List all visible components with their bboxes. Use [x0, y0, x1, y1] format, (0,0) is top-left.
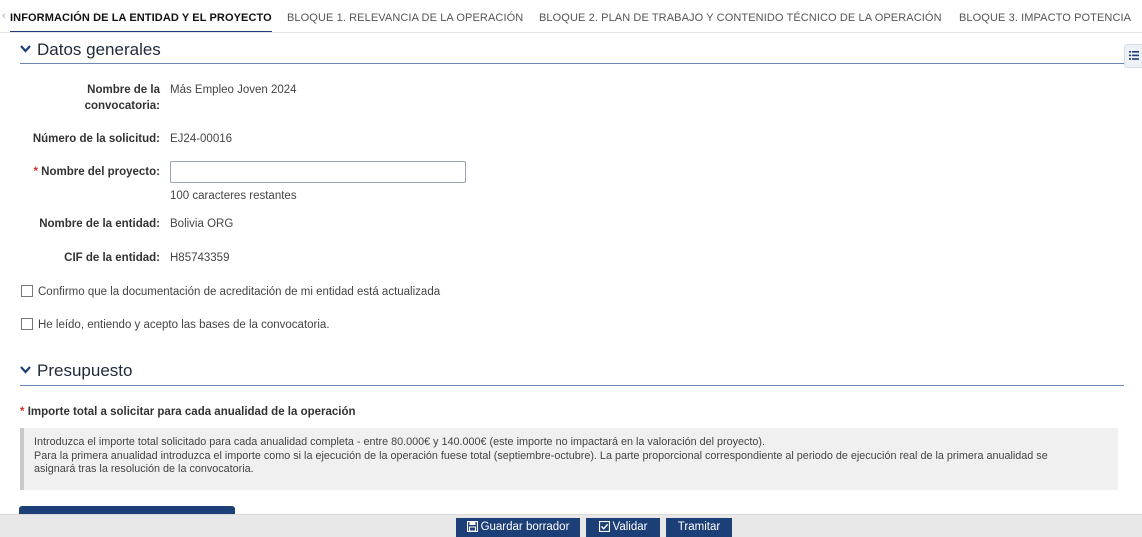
- table-header-partial: [19, 506, 235, 514]
- convocatoria-label: Nombre de la convocatoria:: [84, 84, 160, 112]
- info-line: asignará tras la resolución de la convoc…: [34, 463, 254, 475]
- convocatoria-value: Más Empleo Joven 2024: [170, 84, 297, 96]
- info-line: Para la primera anualidad introduzca el …: [34, 449, 1048, 462]
- save-icon: [466, 520, 481, 533]
- check-square-icon: [598, 520, 613, 533]
- importe-info-box: Introduzca el importe total solicitado p…: [20, 428, 1118, 490]
- validar-button[interactable]: Validar: [586, 518, 660, 537]
- solicitud-label: Número de la solicitud:: [32, 133, 160, 145]
- section-title: Datos generales: [37, 40, 161, 59]
- cif-label: CIF de la entidad:: [64, 252, 160, 264]
- action-bar: Guardar borrador Validar Tramitar: [0, 514, 1142, 537]
- acreditacion-checkbox[interactable]: [21, 285, 33, 297]
- section-divider: [20, 63, 1124, 64]
- section-header-presupuesto[interactable]: Presupuesto: [20, 359, 132, 381]
- section-title: Presupuesto: [37, 361, 133, 380]
- proyecto-name-input[interactable]: [170, 161, 466, 183]
- info-line: Introduzca el importe total solicitado p…: [34, 436, 766, 448]
- acreditacion-checkbox-row[interactable]: Confirmo que la documentación de acredit…: [21, 285, 440, 298]
- section-header-datos-generales[interactable]: Datos generales: [20, 38, 161, 60]
- tramitar-button[interactable]: Tramitar: [666, 518, 732, 537]
- tab-bloque-2[interactable]: BLOQUE 2. PLAN DE TRABAJO Y CONTENIDO TÉ…: [539, 12, 942, 24]
- tab-informacion-entidad[interactable]: INFORMACIÓN DE LA ENTIDAD Y EL PROYECTO: [10, 12, 272, 32]
- required-marker: *: [33, 166, 38, 178]
- chevron-down-icon: [20, 359, 31, 379]
- bases-checkbox[interactable]: [21, 318, 33, 330]
- acreditacion-checkbox-label: Confirmo que la documentación de acredit…: [38, 286, 441, 298]
- tab-bloque-1[interactable]: BLOQUE 1. RELEVANCIA DE LA OPERACIÓN: [287, 12, 523, 24]
- guardar-borrador-button[interactable]: Guardar borrador: [456, 518, 580, 537]
- cif-value: H85743359: [170, 252, 230, 264]
- proyecto-label: * Nombre del proyecto:: [33, 166, 160, 178]
- char-counter: 100 caracteres restantes: [170, 190, 297, 202]
- list-icon[interactable]: [1124, 44, 1142, 68]
- chevron-down-icon: [20, 38, 31, 58]
- importe-label: * Importe total a solicitar para cada an…: [20, 406, 356, 418]
- bases-checkbox-label: He leído, entiendo y acepto las bases de…: [38, 319, 330, 331]
- entidad-label: Nombre de la entidad:: [39, 218, 160, 230]
- tab-bar: ‹ INFORMACIÓN DE LA ENTIDAD Y EL PROYECT…: [0, 0, 1142, 33]
- section-divider: [20, 385, 1124, 386]
- solicitud-value: EJ24-00016: [170, 133, 233, 145]
- tab-bloque-3[interactable]: BLOQUE 3. IMPACTO POTENCIA: [959, 12, 1131, 24]
- required-marker: *: [20, 406, 25, 418]
- bases-checkbox-row[interactable]: He leído, entiendo y acepto las bases de…: [21, 318, 330, 331]
- chevron-left-icon[interactable]: ‹: [2, 10, 6, 22]
- entidad-value: Bolivia ORG: [170, 218, 234, 230]
